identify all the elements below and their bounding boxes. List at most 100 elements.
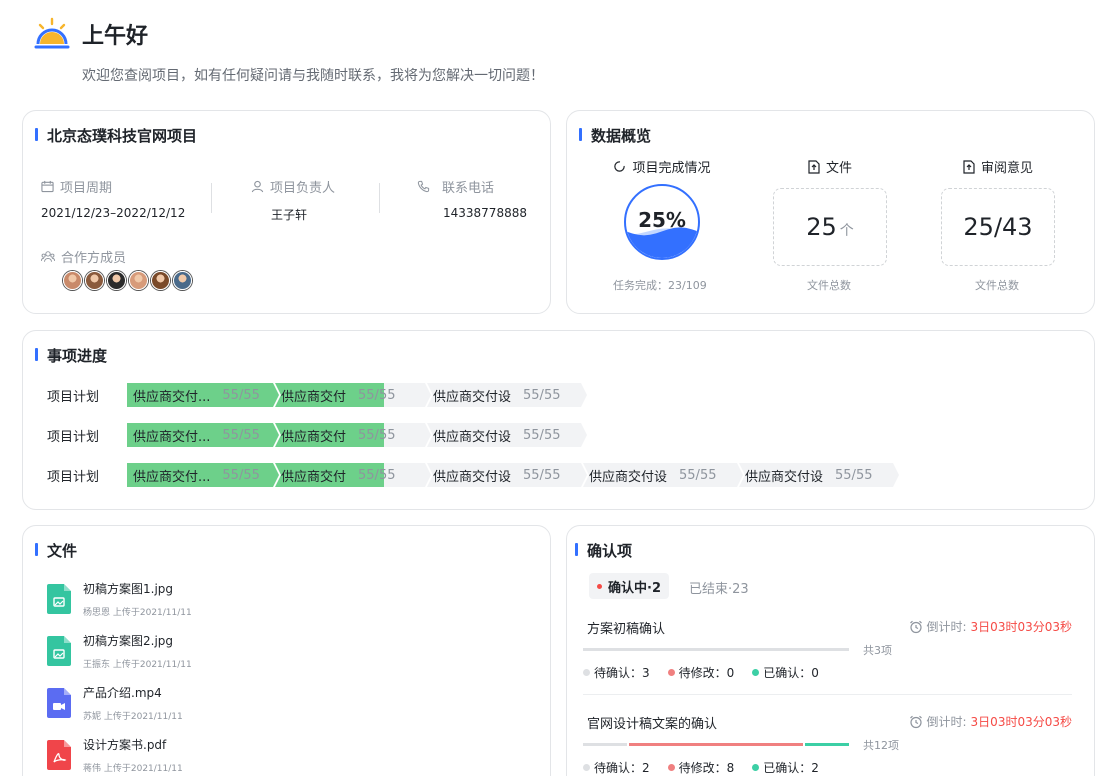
stat-text: 待确认：2 [594,761,650,775]
progress-step[interactable]: 供应商交付... 55/55 [127,383,279,407]
phone-icon [417,180,430,193]
stat-dot [667,669,675,676]
calendar-icon [41,180,54,193]
progress-title: 事项进度 [35,345,107,366]
review-foot: 文件总数 [975,279,1019,292]
project-period: 项目周期 2021/12/23–2022/12/12 [41,177,185,220]
completion-col: 项目完成情况 [607,157,717,176]
alarm-clock-icon [909,620,922,633]
files-foot: 文件总数 [807,279,851,292]
progress-step[interactable]: 供应商交付... 55/55 [127,423,279,447]
progress-row: 项目计划 供应商交付... 55/55 供应商交付 55/55 供应商交付设 55/55 供应… [47,463,895,487]
step-count: 55/55 [523,467,561,483]
step-name: 供应商交付设 [745,469,824,485]
avatar[interactable] [85,271,104,290]
deadline-label: 倒计时: [926,620,967,634]
confirm-deadline: 倒计时: 3日03时03分03秒 [909,618,1072,635]
file-item[interactable]: 初稿方案图1.jpg 杨思恩 上传于2021/11/11 [47,580,192,618]
tab-in-progress-label: 确认中·2 [608,580,661,596]
deadline-value: 3日03时03分03秒 [970,620,1072,634]
progress-step[interactable]: 供应商交付设 55/55 [427,383,587,407]
confirm-progress-bar [583,648,849,651]
file-meta: 初稿方案图2.jpg 王振东 上传于2021/11/11 [83,632,192,670]
divider [379,183,380,213]
step-name: 供应商交付... [133,469,211,485]
stat-text: 待修改：0 [678,666,735,680]
file-name[interactable]: 初稿方案图1.jpg [83,580,192,597]
step-count: 55/55 [835,467,873,483]
bar-segment-modify [628,743,804,746]
file-item[interactable]: 设计方案书.pdf 蒋伟 上传于2021/11/11 [47,736,183,774]
progress-step[interactable]: 供应商交付设 55/55 [583,463,743,487]
step-name: 供应商交付设 [589,469,668,485]
file-item[interactable]: 产品介绍.mp4 苏妮 上传于2021/11/11 [47,684,183,722]
progress-step[interactable]: 供应商交付设 55/55 [739,463,899,487]
stat-confirmed: 已确认：0 [752,664,819,681]
review-count-box: 25/43 [941,188,1055,266]
review-count: 25/43 [963,213,1033,241]
confirm-total: 共12项 [863,739,899,752]
progress-step[interactable]: 供应商交付 55/55 [275,463,431,487]
image-file-icon [47,584,71,614]
stat-text: 已确认：2 [763,761,819,775]
owner-label: 项目负责人 [270,181,336,196]
stat-dot [667,764,675,771]
step-name: 供应商交付 [281,429,347,445]
avatar[interactable] [107,271,126,290]
file-upload-icon [808,159,820,174]
confirm-item-title: 官网设计稿文案的确认 [587,717,718,732]
step-name: 供应商交付设 [433,429,512,445]
review-label: 审阅意见 [980,161,1033,176]
progress-step[interactable]: 供应商交付... 55/55 [127,463,279,487]
stat-dot [583,764,590,771]
overview-card: 数据概览 项目完成情况 25% 任务完成：23/109 文件 25 个 文件总数… [566,110,1095,314]
progress-step[interactable]: 供应商交付 55/55 [275,423,431,447]
progress-row-label: 项目计划 [47,389,100,405]
stat-modify: 待修改：8 [667,759,734,776]
greeting-header: 上午好 [34,16,148,52]
avatar[interactable] [151,271,170,290]
avatar[interactable] [173,271,192,290]
review-col: 审阅意见 [941,157,1055,176]
confirm-item[interactable]: 方案初稿确认 倒计时: 3日03时03分03秒 共3项 待确认：3 待修改：0 已确认：0 [583,618,1072,688]
progress-step[interactable]: 供应商交付设 55/55 [427,423,587,447]
completion-percent: 25% [638,208,686,232]
tab-finished[interactable]: 已结束·23 [689,578,749,597]
step-name: 供应商交付设 [433,469,512,485]
step-count: 55/55 [358,427,396,443]
avatar[interactable] [129,271,148,290]
sunrise-icon [34,17,70,49]
file-name[interactable]: 产品介绍.mp4 [83,684,183,701]
progress-row-label: 项目计划 [47,429,100,445]
step-count: 55/55 [523,387,561,403]
confirm-item[interactable]: 官网设计稿文案的确认 倒计时: 3日03时03分03秒 共12项 待确认：2 待修改：8 已… [583,713,1072,776]
step-name: 供应商交付设 [433,389,512,405]
avatar[interactable] [63,271,82,290]
file-name[interactable]: 初稿方案图2.jpg [83,632,192,649]
file-upload-icon [963,159,975,174]
stat-confirmed: 已确认：2 [752,759,819,776]
divider [211,183,212,213]
step-name: 供应商交付... [133,429,211,445]
file-uploader: 苏妮 上传于2021/11/11 [83,712,183,722]
file-uploader: 王振东 上传于2021/11/11 [83,660,192,670]
progress-row: 项目计划 供应商交付... 55/55 供应商交付 55/55 供应商交付设 55/55 [47,383,583,407]
video-file-icon [47,688,71,718]
period-label: 项目周期 [60,181,113,196]
step-count: 55/55 [358,387,396,403]
pdf-file-icon [47,740,71,770]
completion-label: 项目完成情况 [632,161,711,176]
progress-step[interactable]: 供应商交付设 55/55 [427,463,587,487]
file-meta: 初稿方案图1.jpg 杨思恩 上传于2021/11/11 [83,580,192,618]
file-item[interactable]: 初稿方案图2.jpg 王振东 上传于2021/11/11 [47,632,192,670]
tab-in-progress[interactable]: 确认中·2 [589,573,669,599]
team-icon [41,251,55,262]
stat-dot [752,764,760,771]
progress-step[interactable]: 供应商交付 55/55 [275,383,431,407]
file-meta: 设计方案书.pdf 蒋伟 上传于2021/11/11 [83,736,183,774]
files-count: 25 [806,213,837,241]
phone-value: 14338778888 [443,206,527,220]
status-dot [597,583,602,589]
project-owner: 项目负责人 王子轩 [251,177,335,223]
file-name[interactable]: 设计方案书.pdf [83,736,183,753]
